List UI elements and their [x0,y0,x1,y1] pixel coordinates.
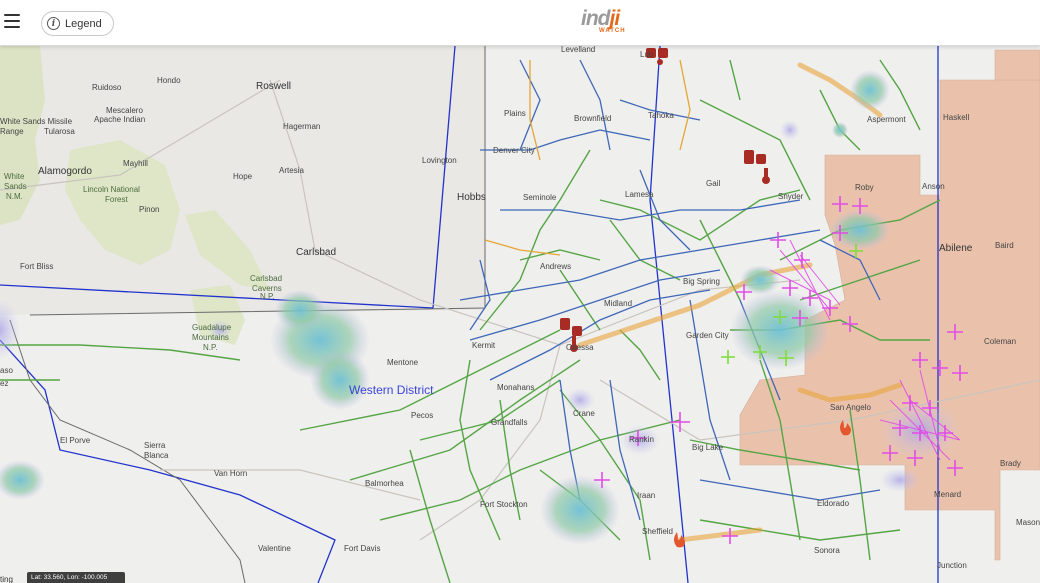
svg-text:Sheffield: Sheffield [642,527,673,536]
svg-text:Tahoka: Tahoka [648,111,674,120]
svg-text:Mountains: Mountains [192,333,229,342]
svg-text:Alamogordo: Alamogordo [38,166,92,177]
svg-text:Rankin: Rankin [629,435,654,444]
svg-text:Roswell: Roswell [256,81,291,92]
svg-text:Brownfield: Brownfield [574,114,611,123]
svg-text:N.M.: N.M. [6,192,23,201]
svg-text:Big Spring: Big Spring [683,277,720,286]
svg-text:Roby: Roby [855,183,874,192]
svg-text:Guadalupe: Guadalupe [192,323,232,332]
svg-text:Sands: Sands [4,182,27,191]
svg-text:Hope: Hope [233,172,253,181]
svg-text:Grandfalls: Grandfalls [491,418,527,427]
svg-text:Andrews: Andrews [540,262,571,271]
svg-text:Coleman: Coleman [984,337,1016,346]
svg-text:Pecos: Pecos [411,411,433,420]
svg-text:Abilene: Abilene [939,243,973,254]
svg-text:San Angelo: San Angelo [830,403,871,412]
svg-text:Eldorado: Eldorado [817,499,850,508]
svg-text:Hobbs: Hobbs [457,192,486,203]
svg-text:Mason: Mason [1016,518,1040,527]
svg-text:Levelland: Levelland [561,46,595,54]
svg-text:Big Lake: Big Lake [692,443,724,452]
svg-text:El Porve: El Porve [60,436,91,445]
legend-label: Legend [65,17,102,30]
svg-text:Mentone: Mentone [387,358,419,367]
svg-text:Baird: Baird [995,241,1014,250]
svg-text:Plains: Plains [504,109,526,118]
svg-text:Lamesa: Lamesa [625,190,654,199]
svg-text:Brady: Brady [1000,459,1021,468]
svg-text:aso: aso [0,366,13,375]
svg-text:Iraan: Iraan [637,491,655,500]
svg-text:Balmorhea: Balmorhea [365,479,404,488]
svg-text:Sonora: Sonora [814,546,840,555]
district-label: Western District [349,383,434,397]
svg-text:Carlsbad: Carlsbad [296,247,336,258]
svg-text:Mayhill: Mayhill [123,159,148,168]
top-bar: i Legend indji WATCH [0,0,1040,46]
svg-text:Van Horn: Van Horn [214,469,247,478]
svg-text:Fort Stockton: Fort Stockton [480,500,528,509]
svg-text:Menard: Menard [934,490,961,499]
svg-text:Odessa: Odessa [566,343,594,352]
svg-text:Snyder: Snyder [778,192,804,201]
map-svg[interactable]: Hondo Roswell Ruidoso Mescalero Apache I… [0,46,1040,583]
svg-text:Lovington: Lovington [422,156,457,165]
svg-text:Mescalero: Mescalero [106,106,143,115]
svg-text:Haskell: Haskell [943,113,969,122]
svg-text:Artesia: Artesia [279,166,304,175]
svg-text:N.P.: N.P. [260,292,275,301]
svg-text:Midland: Midland [604,299,632,308]
svg-text:Sierra: Sierra [144,441,166,450]
svg-text:Valentine: Valentine [258,544,291,553]
svg-text:Seminole: Seminole [523,193,557,202]
svg-text:Crane: Crane [573,409,595,418]
hamburger-menu-icon[interactable] [4,14,20,28]
svg-text:Lub: Lub [640,50,654,59]
svg-text:Kermit: Kermit [472,341,496,350]
svg-text:Pinon: Pinon [139,205,159,214]
svg-text:Monahans: Monahans [497,383,534,392]
svg-text:N.P.: N.P. [203,343,218,352]
svg-text:White: White [4,172,25,181]
svg-text:White Sands Missile: White Sands Missile [0,117,73,126]
svg-text:Forest: Forest [105,195,128,204]
svg-text:Range: Range [0,127,24,136]
svg-text:Fort Davis: Fort Davis [344,544,380,553]
svg-text:Junction: Junction [937,561,967,570]
svg-text:Hondo: Hondo [157,76,181,85]
map-canvas[interactable]: Hondo Roswell Ruidoso Mescalero Apache I… [0,46,1040,583]
svg-text:ez: ez [0,379,8,388]
svg-text:Fort Bliss: Fort Bliss [20,262,53,271]
legend-button[interactable]: i Legend [41,11,114,36]
coordinates-readout: Lat: 33.560, Lon: -100.005 [27,572,125,583]
indji-watch-logo: indji WATCH [581,7,626,34]
svg-text:Tularosa: Tularosa [44,127,75,136]
svg-text:Lincoln National: Lincoln National [83,185,140,194]
svg-text:Hagerman: Hagerman [283,122,320,131]
svg-text:Ruidoso: Ruidoso [92,83,122,92]
svg-text:Anson: Anson [922,182,945,191]
info-icon: i [47,17,60,30]
edge-status-text: ting [0,575,13,583]
svg-text:Carlsbad: Carlsbad [250,274,282,283]
svg-text:Blanca: Blanca [144,451,169,460]
svg-text:Garden City: Garden City [686,331,729,340]
svg-text:Gail: Gail [706,179,720,188]
svg-text:Apache Indian: Apache Indian [94,115,145,124]
svg-text:Denver City: Denver City [493,146,535,155]
svg-text:Aspermont: Aspermont [867,115,906,124]
